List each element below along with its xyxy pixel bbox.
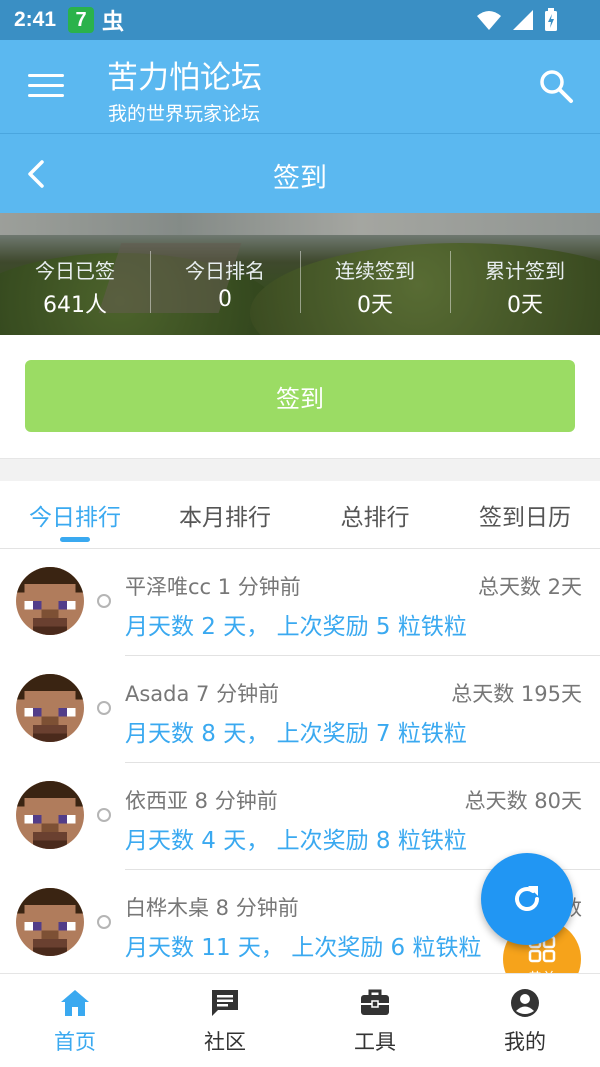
status-dot [97, 808, 111, 822]
nav-label: 工具 [354, 1030, 396, 1054]
user-name-time: 依西亚 8 分钟前 [125, 789, 278, 813]
bug-icon: 虫 [102, 10, 125, 35]
app-subtitle: 我的世界玩家论坛 [108, 103, 261, 125]
message-icon [212, 990, 238, 1016]
battery-charging-icon [545, 8, 557, 31]
tab-calendar[interactable]: 签到日历 [450, 480, 600, 548]
toolbox-icon [361, 989, 389, 1015]
tab-indicator [60, 537, 90, 542]
account-icon [511, 989, 539, 1017]
signal-icon [513, 10, 533, 30]
app-header: 苦力怕论坛 我的世界玩家论坛 [0, 40, 600, 133]
page-bar: 签到 [0, 133, 600, 214]
stat-label: 今日已签 [35, 259, 115, 283]
status-dot [97, 915, 111, 929]
status-dot [97, 701, 111, 715]
tab-month-rank[interactable]: 本月排行 [150, 480, 300, 548]
user-name-time: 白桦木桌 8 分钟前 [125, 896, 299, 920]
stat-today-signed: 今日已签 641人 [0, 213, 150, 335]
stat-today-rank: 今日排名 0 [150, 213, 300, 335]
stat-label: 累计签到 [485, 259, 565, 283]
avatar[interactable] [16, 674, 84, 742]
status-dot [97, 594, 111, 608]
total-days: 总天数 195天 [451, 682, 582, 706]
status-time: 2:41 [14, 8, 57, 31]
wifi-icon [477, 11, 501, 30]
menu-icon[interactable] [28, 74, 64, 100]
signin-button[interactable]: 签到 [25, 360, 575, 432]
banner: 今日已签 641人 今日排名 0 连续签到 0天 累计签到 0天 [0, 213, 600, 335]
stat-value: 641人 [43, 293, 107, 318]
section-divider [0, 458, 600, 481]
tab-total-rank[interactable]: 总排行 [300, 480, 450, 548]
list-item[interactable]: 依西亚 8 分钟前 总天数 80天 月天数 4 天， 上次奖励 8 粒铁粒 [0, 763, 600, 870]
search-icon[interactable] [538, 68, 574, 104]
nav-label: 社区 [204, 1030, 246, 1054]
avatar[interactable] [16, 888, 84, 956]
tab-label: 总排行 [340, 505, 410, 531]
status-bar: 2:41 7 虫 [0, 0, 600, 40]
app-title: 苦力怕论坛 [107, 60, 262, 96]
home-icon [61, 990, 89, 1016]
list-item[interactable]: Asada 7 分钟前 总天数 195天 月天数 8 天， 上次奖励 7 粒铁粒 [0, 656, 600, 763]
stat-value: 0天 [507, 293, 543, 318]
user-name-time: Asada 7 分钟前 [125, 682, 280, 706]
tab-today-rank[interactable]: 今日排行 [0, 480, 150, 548]
avatar[interactable] [16, 781, 84, 849]
nav-profile[interactable]: 我的 [450, 974, 600, 1067]
stat-value: 0天 [357, 293, 393, 318]
bottom-nav: 首页 社区 工具 我的 [0, 973, 600, 1067]
ranking-tabs: 今日排行 本月排行 总排行 签到日历 [0, 480, 600, 549]
nav-home[interactable]: 首页 [0, 974, 150, 1067]
nav-community[interactable]: 社区 [150, 974, 300, 1067]
notification-badge: 7 [68, 7, 95, 33]
total-days: 总天数 2天 [477, 575, 582, 599]
tab-label: 今日排行 [29, 505, 121, 531]
user-name-time: 平泽唯cc 1 分钟前 [125, 575, 301, 599]
month-reward-detail: 月天数 8 天， 上次奖励 7 粒铁粒 [125, 721, 467, 747]
stat-value: 0 [218, 287, 232, 312]
tab-label: 签到日历 [479, 505, 571, 531]
refresh-icon [515, 886, 539, 911]
stats-row: 今日已签 641人 今日排名 0 连续签到 0天 累计签到 0天 [0, 213, 600, 335]
month-reward-detail: 月天数 4 天， 上次奖励 8 粒铁粒 [125, 828, 467, 854]
list-item[interactable]: 平泽唯cc 1 分钟前 总天数 2天 月天数 2 天， 上次奖励 5 粒铁粒 [0, 549, 600, 656]
stat-total: 累计签到 0天 [450, 213, 600, 335]
tab-label: 本月排行 [179, 505, 271, 531]
stat-streak: 连续签到 0天 [300, 213, 450, 335]
nav-tools[interactable]: 工具 [300, 974, 450, 1067]
month-reward-detail: 月天数 2 天， 上次奖励 5 粒铁粒 [125, 614, 467, 640]
page-title: 签到 [273, 163, 327, 194]
nav-label: 我的 [504, 1030, 546, 1054]
nav-label: 首页 [54, 1030, 96, 1054]
month-reward-detail: 月天数 11 天， 上次奖励 6 粒铁粒 [125, 935, 482, 961]
stat-label: 今日排名 [185, 259, 265, 283]
total-days: 总天数 80天 [464, 789, 582, 813]
refresh-button[interactable] [481, 853, 573, 945]
stat-label: 连续签到 [335, 259, 415, 283]
avatar[interactable] [16, 567, 84, 635]
